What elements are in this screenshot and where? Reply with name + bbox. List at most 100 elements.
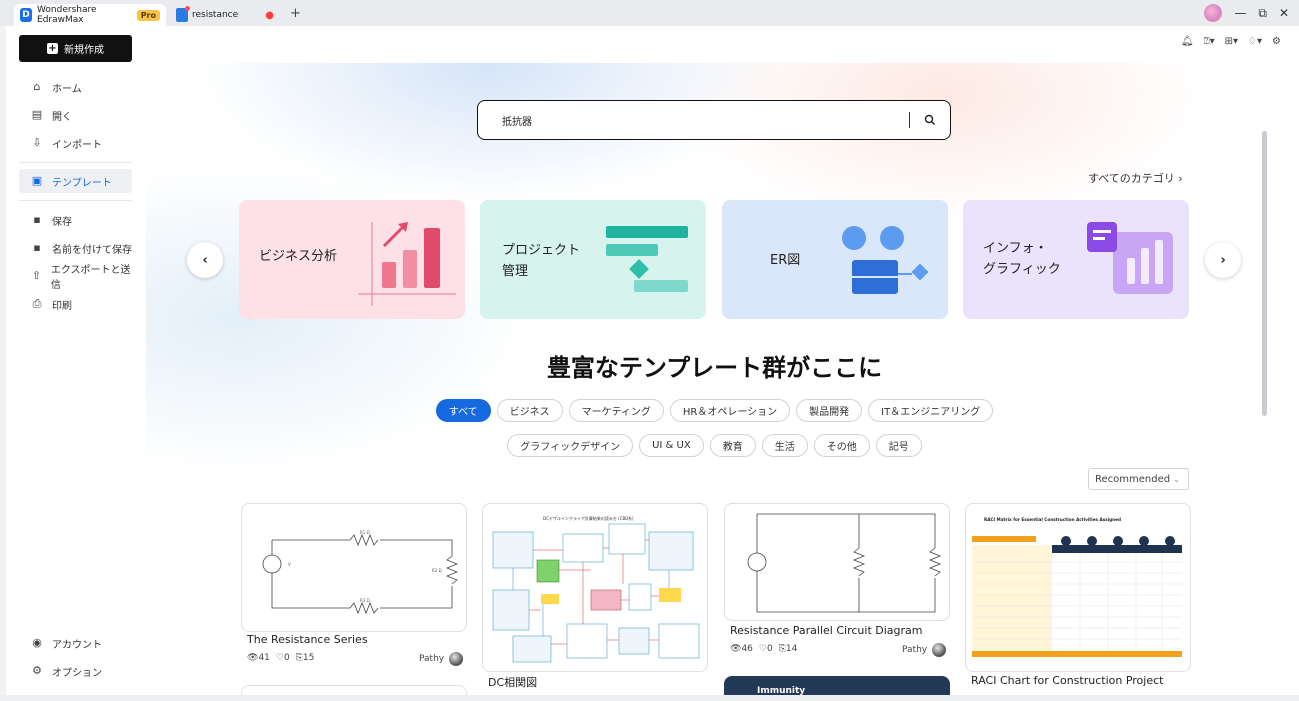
filter-chip-ui-ux[interactable]: UI & UX: [639, 434, 704, 457]
sidebar-item-save-as[interactable]: ▪ 名前を付けて保存: [19, 236, 132, 260]
template-search-box[interactable]: 抵抗器: [477, 100, 951, 140]
sidebar-item-import[interactable]: ⇩ インポート: [19, 131, 132, 155]
template-card-raci-chart[interactable]: RACI Matrix for Essential Construction A…: [965, 503, 1191, 672]
new-button-label: 新規作成: [64, 45, 104, 56]
pro-badge: Pro: [136, 9, 160, 21]
filter-chip-education[interactable]: 教育: [709, 434, 756, 457]
filter-chip-marketing[interactable]: マーケティング: [568, 399, 664, 422]
sidebar: + 新規作成 ⌂ ホーム ▤ 開く ⇩ インポート ▣ テンプレート ▪ 保存 …: [0, 26, 145, 701]
template-thumbnail: R1 Ω R2 Ω R3 Ω V: [262, 530, 459, 615]
filter-chip-product-development[interactable]: 製品開発: [796, 399, 863, 422]
category-card-er-diagram[interactable]: ER図: [722, 200, 948, 319]
template-title[interactable]: RACI Chart for Construction Project: [971, 674, 1163, 687]
shirt-theme-icon[interactable]: ♢▾: [1248, 36, 1262, 47]
template-author[interactable]: Pathy: [902, 643, 947, 657]
sidebar-item-template[interactable]: ▣ テンプレート: [19, 169, 132, 193]
save-as-icon: ▪: [33, 241, 41, 254]
edrawmax-logo-icon: D: [20, 8, 33, 22]
apps-grid-icon[interactable]: ⊞▾: [1225, 36, 1238, 47]
sidebar-item-options[interactable]: ⚙ オプション: [19, 659, 132, 683]
filter-chip-other[interactable]: その他: [813, 434, 870, 457]
template-thumbnail: [747, 513, 942, 613]
template-title[interactable]: Resistance Parallel Circuit Diagram: [730, 624, 922, 637]
home-icon: ⌂: [33, 80, 41, 93]
new-document-button[interactable]: + 新規作成: [19, 35, 132, 62]
category-label-line1: プロジェクト: [502, 243, 581, 258]
thumb-dc-title: DCデザルインクライア計算結果の読み方 (CBB系): [543, 515, 634, 521]
tab-resistance-document[interactable]: resistance ●: [170, 4, 280, 26]
tab-edrawmax-home[interactable]: D Wondershare EdrawMax Pro: [14, 4, 166, 26]
bell-icon[interactable]: 🔔︎: [1181, 36, 1194, 47]
new-tab-button[interactable]: +: [290, 6, 301, 21]
thumb-label-r1: R1 Ω: [360, 530, 370, 535]
sidebar-item-export[interactable]: ⇧ エクスポートと送信: [19, 264, 132, 291]
text-cursor: [909, 112, 910, 128]
sidebar-item-label: 印刷: [52, 300, 72, 312]
sidebar-item-print[interactable]: ⎙ 印刷: [19, 292, 132, 316]
filter-chip-symbols[interactable]: 記号: [875, 434, 922, 457]
template-card-dc-correlation[interactable]: DCデザルインクライア計算結果の読み方 (CBB系): [482, 503, 708, 672]
template-thumbnail: DCデザルインクライア計算結果の読み方 (CBB系): [492, 515, 700, 663]
vertical-scrollbar[interactable]: [1262, 131, 1267, 416]
save-icon: ▪: [33, 213, 41, 226]
page-headline: 豊富なテンプレート群がここに: [546, 354, 883, 382]
template-stats: 👁︎46 ♡0 ⎘14: [730, 644, 797, 654]
filter-chips-row-1: すべて ビジネス マーケティング HR＆オペレーション 製品開発 IT＆エンジニ…: [146, 399, 1283, 422]
help-icon[interactable]: ⍰▾: [1204, 36, 1215, 47]
likes-count: ♡0: [758, 644, 773, 654]
sort-dropdown[interactable]: Recommended ⌄: [1088, 468, 1189, 490]
er-diagram-illustration-icon: [842, 226, 929, 294]
user-avatar[interactable]: [1204, 4, 1223, 22]
restore-button[interactable]: ⧉: [1258, 6, 1267, 21]
settings-gear-icon[interactable]: ⚙: [1272, 36, 1281, 47]
category-card-infographic[interactable]: インフォ・ グラフィック: [963, 200, 1189, 319]
template-author[interactable]: Pathy: [419, 652, 464, 666]
template-thumbnail: RACI Matrix for Essential Construction A…: [972, 517, 1182, 657]
category-label: プロジェクト 管理: [502, 240, 580, 282]
export-icon: ⇧: [31, 269, 42, 282]
bar-chart-illustration-icon: [358, 222, 456, 306]
filter-chip-it-engineering[interactable]: IT＆エンジニアリング: [868, 399, 994, 422]
category-label-line2: グラフィック: [983, 262, 1061, 277]
sidebar-item-label: ホーム: [52, 83, 82, 95]
sidebar-item-account[interactable]: ◉ アカウント: [19, 631, 132, 655]
category-card-business-analysis[interactable]: ビジネス分析: [239, 200, 465, 319]
filter-chip-hr-operations[interactable]: HR＆オペレーション: [669, 399, 791, 422]
template-title[interactable]: DC相関図: [488, 674, 537, 690]
sidebar-item-home[interactable]: ⌂ ホーム: [19, 75, 132, 99]
thumb-raci-title: RACI Matrix for Essential Construction A…: [984, 517, 1121, 522]
plus-icon: +: [47, 43, 58, 54]
gear-icon: ⚙: [32, 664, 42, 677]
minimize-button[interactable]: —: [1234, 6, 1246, 20]
search-icon[interactable]: [924, 114, 936, 126]
category-label-line2: 管理: [502, 264, 529, 279]
app-tab-label: Wondershare EdrawMax: [37, 5, 97, 25]
close-button[interactable]: ✕: [1279, 6, 1289, 20]
search-input[interactable]: 抵抗器: [502, 113, 909, 128]
filter-chip-all[interactable]: すべて: [435, 399, 491, 422]
all-categories-link[interactable]: すべてのカテゴリ ›: [1088, 170, 1183, 186]
filter-chip-business[interactable]: ビジネス: [496, 399, 563, 422]
views-count: 👁︎46: [730, 644, 753, 654]
carousel-next-button[interactable]: ›: [1205, 242, 1241, 278]
sidebar-item-label: 名前を付けて保存: [52, 244, 132, 256]
author-avatar: [449, 652, 464, 666]
thumb-label-r3: R3 Ω: [360, 598, 370, 603]
sidebar-item-open[interactable]: ▤ 開く: [19, 103, 132, 127]
sidebar-item-save[interactable]: ▪ 保存: [19, 208, 132, 232]
filter-chip-graphic-design[interactable]: グラフィックデザイン: [507, 434, 634, 457]
template-card-parallel-circuit[interactable]: [724, 503, 950, 621]
template-icon: ▣: [31, 174, 43, 187]
category-card-project-management[interactable]: プロジェクト 管理: [480, 200, 706, 319]
template-card-resistance-series[interactable]: R1 Ω R2 Ω R3 Ω V: [241, 503, 467, 632]
sidebar-item-label: テンプレート: [52, 177, 112, 189]
document-icon: [176, 6, 190, 22]
carousel-prev-button[interactable]: ‹: [187, 242, 223, 278]
sidebar-item-label: アカウント: [52, 639, 102, 651]
author-avatar: [932, 643, 947, 657]
sidebar-item-label: 開く: [52, 111, 72, 123]
thumb-label-r2: R2 Ω: [432, 568, 442, 573]
author-name: Pathy: [419, 654, 445, 664]
template-title[interactable]: The Resistance Series: [247, 633, 368, 646]
filter-chip-life[interactable]: 生活: [761, 434, 808, 457]
